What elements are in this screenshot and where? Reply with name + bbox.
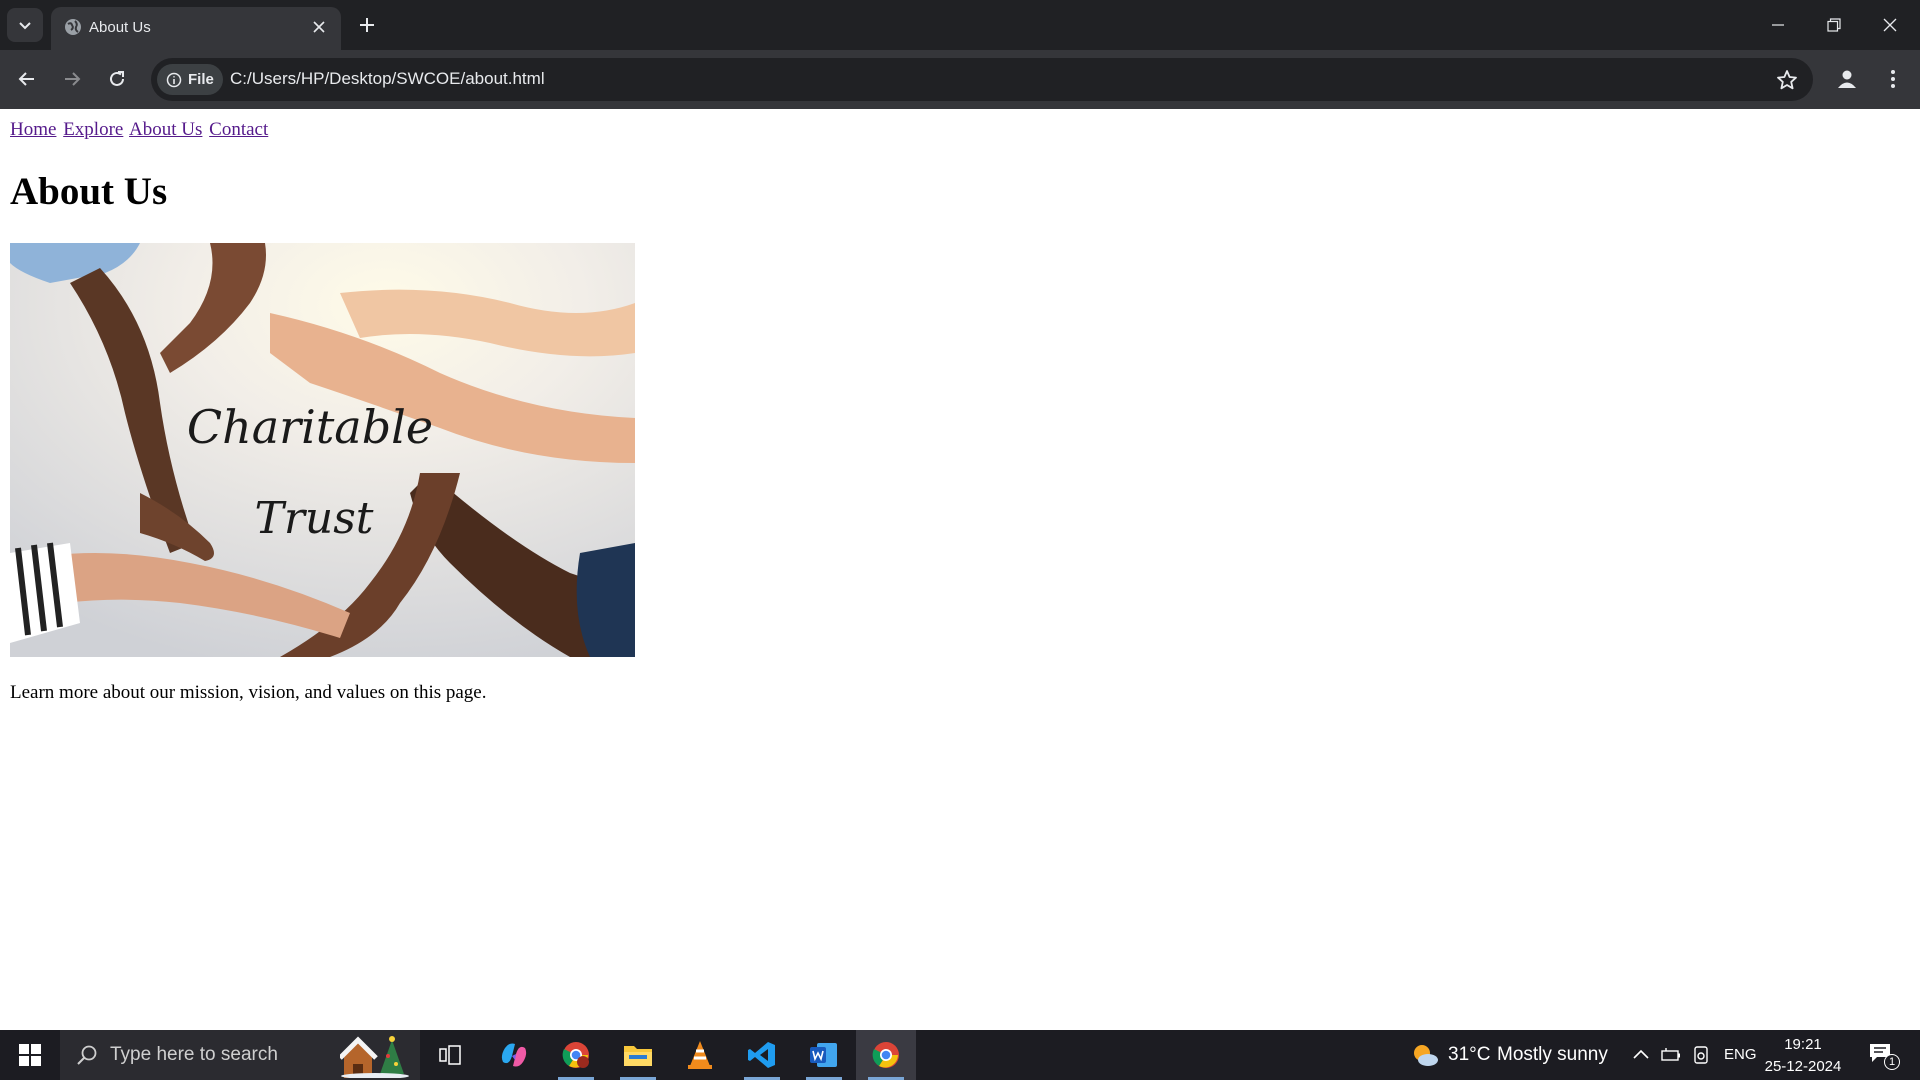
nav-link-home[interactable]: Home <box>10 119 56 140</box>
back-button[interactable] <box>11 63 43 95</box>
menu-button[interactable] <box>1878 64 1908 94</box>
start-button[interactable] <box>0 1030 60 1080</box>
chrome-app[interactable] <box>856 1030 916 1080</box>
profile-button[interactable] <box>1832 64 1862 94</box>
globe-icon <box>65 19 81 35</box>
profile-icon <box>1838 70 1856 88</box>
notification-center-button[interactable]: 1 <box>1864 1038 1900 1072</box>
browser-toolbar: File C:/Users/HP/Desktop/SWCOE/about.htm… <box>0 50 1920 109</box>
minimize-icon <box>1772 24 1784 26</box>
url-text[interactable]: C:/Users/HP/Desktop/SWCOE/about.html <box>230 69 545 89</box>
site-nav: Home Explore About Us Contact <box>10 119 270 141</box>
word-icon <box>810 1043 837 1067</box>
taskbar-search-box[interactable]: Type here to search <box>60 1030 420 1080</box>
chevron-down-icon <box>19 22 31 30</box>
vlc-app[interactable] <box>670 1030 730 1080</box>
tab-about-us[interactable]: About Us <box>51 7 341 50</box>
weather-text[interactable]: Mostly sunny <box>1497 1044 1608 1066</box>
vscode-app[interactable] <box>732 1030 792 1080</box>
holiday-decoration-icon <box>340 1036 409 1078</box>
page-content: Home Explore About Us Contact About Us C… <box>0 109 1920 1030</box>
speaker-mic-icon[interactable] <box>1690 1044 1712 1066</box>
task-view-icon <box>439 1045 461 1065</box>
tab-close-button[interactable] <box>307 15 331 39</box>
restore-button[interactable] <box>1806 0 1862 50</box>
clock[interactable]: 19:21 25-12-2024 <box>1760 1034 1846 1078</box>
hero-image: Charitable Trust <box>10 243 635 657</box>
chip-label: File <box>188 71 214 88</box>
weather-sun-cloud-icon[interactable] <box>1410 1042 1440 1068</box>
vscode-icon <box>748 1042 775 1068</box>
new-tab-button[interactable] <box>352 10 382 40</box>
reload-button[interactable] <box>101 63 133 95</box>
windows-taskbar: Type here to search 31°C Mostly sunny EN… <box>0 1030 1920 1080</box>
image-text-charitable: Charitable <box>187 400 433 454</box>
minimize-button[interactable] <box>1750 0 1806 50</box>
windows-logo-icon <box>19 1044 41 1066</box>
site-info-chip[interactable]: File <box>157 64 223 95</box>
file-explorer-app[interactable] <box>608 1030 668 1080</box>
nav-link-about-us[interactable]: About Us <box>129 119 202 140</box>
copilot-app[interactable] <box>484 1030 544 1080</box>
reload-icon <box>110 71 124 86</box>
nav-link-explore[interactable]: Explore <box>63 119 123 140</box>
tab-title: About Us <box>89 19 151 36</box>
weather-temp[interactable]: 31°C <box>1448 1044 1490 1066</box>
page-description: Learn more about our mission, vision, an… <box>10 682 487 703</box>
kebab-menu-icon <box>1891 70 1895 88</box>
chrome-profile-app[interactable] <box>546 1030 606 1080</box>
copilot-icon <box>501 1043 527 1067</box>
search-icon <box>77 1045 97 1065</box>
chrome-icon <box>872 1042 899 1068</box>
bookmark-star-icon[interactable] <box>1775 68 1799 92</box>
language-indicator[interactable]: ENG <box>1724 1046 1757 1063</box>
clock-date: 25-12-2024 <box>1764 1058 1842 1075</box>
folder-icon <box>624 1046 652 1066</box>
info-icon <box>166 72 182 87</box>
arrow-left-icon <box>18 72 34 86</box>
battery-icon[interactable] <box>1660 1044 1682 1066</box>
browser-tabstrip: About Us <box>0 0 1920 50</box>
clock-time: 19:21 <box>1784 1036 1822 1053</box>
forward-button[interactable] <box>56 63 88 95</box>
task-view-button[interactable] <box>420 1030 480 1080</box>
page-title: About Us <box>10 170 168 213</box>
word-app[interactable] <box>794 1030 854 1080</box>
notification-count: 1 <box>1884 1054 1900 1070</box>
chevron-up-icon[interactable] <box>1630 1044 1652 1066</box>
charitable-trust-image: Charitable Trust <box>10 243 635 657</box>
arrow-right-icon <box>65 72 81 86</box>
vlc-cone-icon <box>688 1041 712 1069</box>
image-text-trust: Trust <box>255 493 374 544</box>
close-icon <box>1883 18 1897 32</box>
search-placeholder: Type here to search <box>110 1044 278 1065</box>
restore-icon <box>1827 18 1841 32</box>
chrome-icon <box>562 1042 589 1068</box>
address-bar[interactable]: File C:/Users/HP/Desktop/SWCOE/about.htm… <box>151 58 1813 101</box>
plus-icon <box>360 18 374 32</box>
nav-link-contact[interactable]: Contact <box>209 119 268 140</box>
close-window-button[interactable] <box>1862 0 1918 50</box>
close-icon <box>313 21 325 33</box>
tab-search-button[interactable] <box>7 8 43 42</box>
